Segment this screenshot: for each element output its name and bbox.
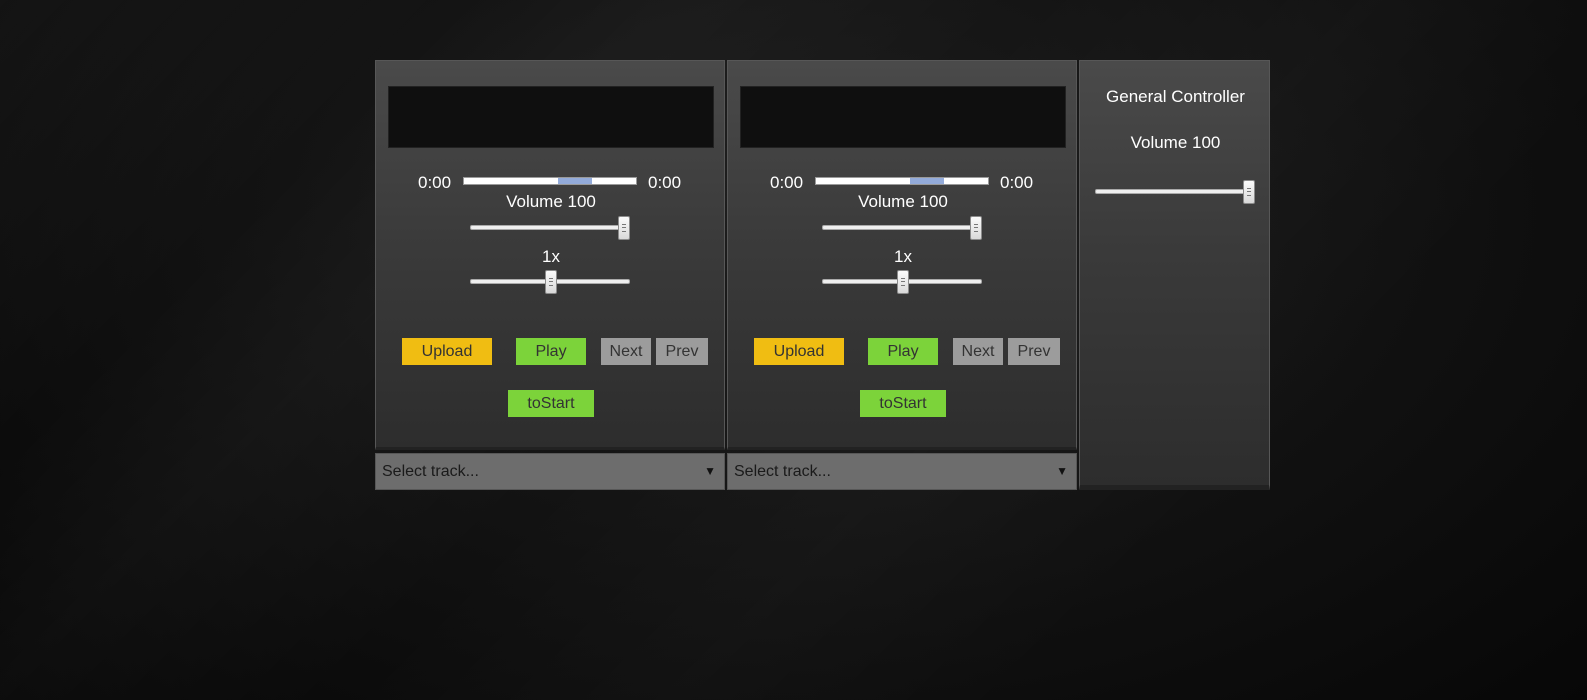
chevron-down-icon: ▼ bbox=[1056, 464, 1068, 478]
general-volume-thumb[interactable] bbox=[1243, 180, 1255, 204]
deck-2-play-button[interactable]: Play bbox=[868, 338, 938, 365]
general-controller: General Controller Volume 100 bbox=[1079, 60, 1270, 490]
deck-1-track-select[interactable]: Select track... ▼ bbox=[375, 453, 725, 490]
deck-1-play-button[interactable]: Play bbox=[516, 338, 586, 365]
deck-2-speed-thumb[interactable] bbox=[897, 270, 909, 294]
deck-1-speed-label: 1x bbox=[542, 247, 560, 266]
deck-1-next-button[interactable]: Next bbox=[601, 338, 651, 365]
deck-2-track-select-label: Select track... bbox=[734, 463, 831, 480]
deck-2-current-time: 0:00 bbox=[770, 173, 804, 192]
deck-1: 0:00 0:00 Volume 100 1x Upload Play Next… bbox=[375, 60, 725, 450]
deck-1-volume-thumb[interactable] bbox=[618, 216, 630, 240]
deck-1-seek-bar[interactable] bbox=[463, 177, 637, 185]
deck-1-upload-button[interactable]: Upload bbox=[402, 338, 492, 365]
deck-2-seek-bar[interactable] bbox=[815, 177, 989, 185]
deck-1-volume-label: Volume 100 bbox=[506, 192, 596, 211]
deck-2-seek-buffer bbox=[910, 178, 944, 184]
general-volume-slider[interactable] bbox=[1095, 180, 1255, 204]
deck-2-next-button[interactable]: Next bbox=[953, 338, 1003, 365]
deck-2: 0:00 0:00 Volume 100 1x Upload Play Next… bbox=[727, 60, 1077, 450]
deck-2-tostart-button[interactable]: toStart bbox=[860, 390, 946, 417]
deck-1-current-time: 0:00 bbox=[418, 173, 452, 192]
deck-1-seek-buffer bbox=[558, 178, 592, 184]
general-volume-label: Volume 100 bbox=[1130, 133, 1221, 152]
chevron-down-icon: ▼ bbox=[704, 464, 716, 478]
deck-1-duration: 0:00 bbox=[648, 173, 682, 192]
deck-2-speed-label: 1x bbox=[894, 247, 912, 266]
deck-1-speed-thumb[interactable] bbox=[545, 270, 557, 294]
deck-1-prev-button[interactable]: Prev bbox=[656, 338, 708, 365]
deck-2-upload-button[interactable]: Upload bbox=[754, 338, 844, 365]
deck-1-track-select-label: Select track... bbox=[382, 463, 479, 480]
deck-1-tostart-button[interactable]: toStart bbox=[508, 390, 594, 417]
deck-2-volume-slider[interactable] bbox=[822, 216, 982, 240]
deck-2-volume-thumb[interactable] bbox=[970, 216, 982, 240]
deck-2-prev-button[interactable]: Prev bbox=[1008, 338, 1060, 365]
deck-2-speed-slider[interactable] bbox=[822, 270, 982, 294]
deck-1-display bbox=[388, 86, 714, 148]
music-player-app: 0:00 0:00 Volume 100 1x Upload Play Next… bbox=[375, 60, 1272, 495]
deck-2-volume-label: Volume 100 bbox=[858, 192, 948, 211]
deck-2-duration: 0:00 bbox=[1000, 173, 1034, 192]
general-controller-title: General Controller bbox=[1106, 87, 1245, 106]
deck-1-volume-slider[interactable] bbox=[470, 216, 630, 240]
deck-2-display bbox=[740, 86, 1066, 148]
deck-2-track-select[interactable]: Select track... ▼ bbox=[727, 453, 1077, 490]
deck-1-speed-slider[interactable] bbox=[470, 270, 630, 294]
